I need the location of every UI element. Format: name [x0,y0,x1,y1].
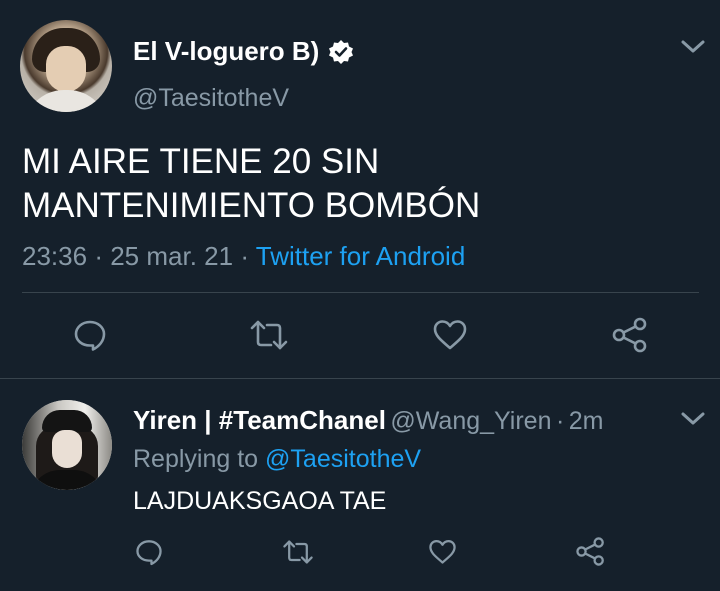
meta-separator: · [240,241,249,271]
reply-share-icon[interactable] [575,536,606,567]
tweet-text-line-1: MI AIRE TIENE 20 SIN [22,142,380,181]
author-display-name[interactable]: El V-loguero B) [133,36,319,66]
reply-like-heart-icon[interactable] [428,538,457,566]
reply-author-avatar[interactable] [22,400,112,490]
reply-separator: · [555,407,565,435]
tweet-meta: 23:36 · 25 mar. 21 · Twitter for Android [22,241,465,272]
share-icon[interactable] [611,316,649,354]
actions-divider [22,292,699,293]
author-avatar[interactable] [20,20,112,112]
reply-timestamp: 2m [568,407,604,435]
replying-to-handle-link[interactable]: @TaesitotheV [265,445,421,473]
reply-author-display-name[interactable]: Yiren | #TeamChanel [133,405,386,435]
replying-to-label: Replying to [133,445,259,473]
author-name-row[interactable]: El V-loguero B) [133,36,354,69]
tweet-separator [0,378,720,379]
tweet-text-line-2: MANTENIMIENTO BOMBÓN [22,186,481,225]
reply-more-options-chevron-down-icon[interactable] [680,410,706,428]
retweet-icon[interactable] [249,318,289,352]
reply-author-handle[interactable]: @Wang_Yiren [390,407,551,435]
verified-badge-icon [328,39,354,65]
reply-header[interactable]: Yiren | #TeamChanel @Wang_Yiren · 2m [133,405,603,436]
tweet-date: 25 mar. 21 [110,241,234,271]
reply-reply-icon[interactable] [135,538,163,566]
meta-separator: · [94,241,103,271]
reply-retweet-icon[interactable] [282,538,314,566]
reply-icon[interactable] [73,318,107,352]
more-options-chevron-down-icon[interactable] [680,38,706,56]
tweet-text: MI AIRE TIENE 20 SIN MANTENIMIENTO BOMBÓ… [22,140,480,228]
author-handle[interactable]: @TaesitotheV [133,84,289,113]
like-heart-icon[interactable] [432,318,468,352]
replying-to-line: Replying to @TaesitotheV [133,445,421,474]
tweet-source-link[interactable]: Twitter for Android [256,241,466,271]
tweet-time: 23:36 [22,241,88,271]
reply-text: LAJDUAKSGAOA TAE [133,487,387,515]
